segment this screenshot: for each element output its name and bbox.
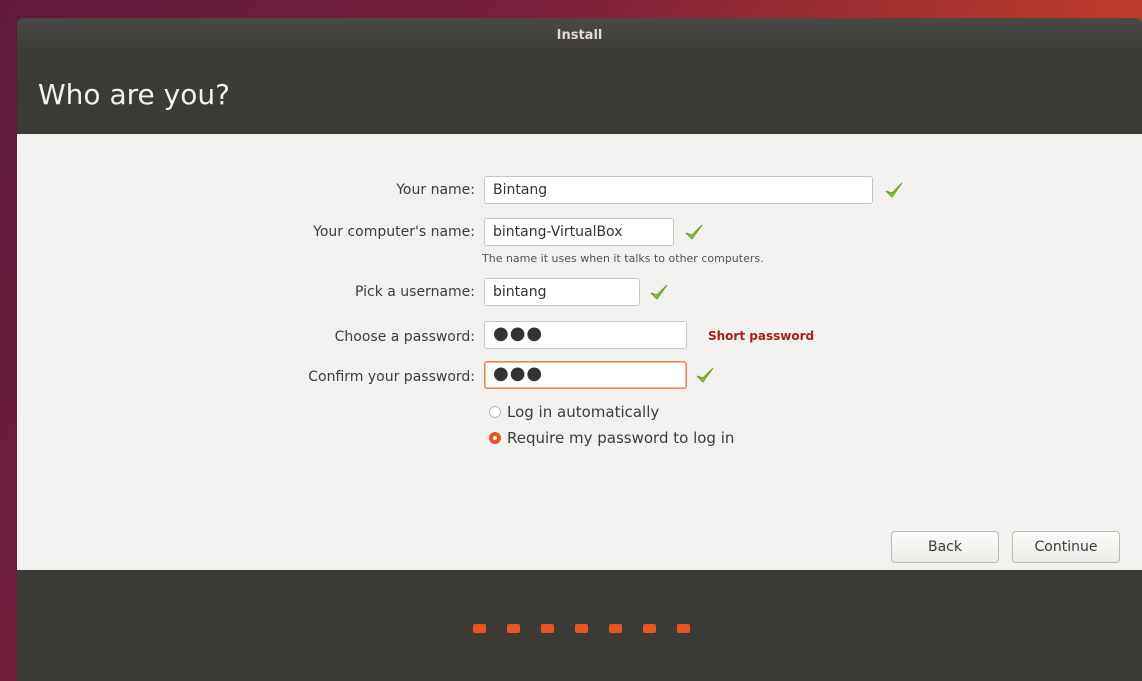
- password-label: Choose a password:: [334, 329, 475, 345]
- progress-step-dot: [473, 624, 486, 633]
- page-header: Who are you?: [17, 52, 1142, 134]
- window-title: Install: [556, 27, 603, 43]
- computer-name-label: Your computer's name:: [313, 224, 475, 240]
- require-password-option[interactable]: Require my password to log in: [489, 429, 734, 447]
- progress-step-dot: [643, 624, 656, 633]
- computer-name-hint: The name it uses when it talks to other …: [482, 252, 764, 265]
- username-label: Pick a username:: [354, 284, 475, 300]
- page-title: Who are you?: [38, 78, 230, 111]
- progress-step-dot: [541, 624, 554, 633]
- login-auto-radio[interactable]: [489, 406, 501, 418]
- username-valid-check-icon: [650, 284, 668, 300]
- password-field[interactable]: ●●●: [484, 321, 687, 349]
- progress-step-dot: [575, 624, 588, 633]
- confirm-password-valid-check-icon: [696, 367, 714, 383]
- back-button[interactable]: Back: [891, 531, 999, 563]
- require-password-radio[interactable]: [489, 432, 501, 444]
- login-auto-label: Log in automatically: [507, 403, 660, 421]
- name-valid-check-icon: [885, 182, 903, 198]
- progress-indicator: [473, 624, 690, 633]
- form-panel: Your name: Bintang Your computer's name:…: [17, 134, 1142, 570]
- username-field[interactable]: bintang: [484, 278, 640, 306]
- name-label: Your name:: [396, 182, 475, 198]
- window-titlebar[interactable]: Install: [17, 18, 1142, 52]
- progress-step-dot: [677, 624, 690, 633]
- progress-step-dot: [507, 624, 520, 633]
- name-field[interactable]: Bintang: [484, 176, 873, 204]
- progress-step-dot: [609, 624, 622, 633]
- confirm-password-label: Confirm your password:: [308, 369, 475, 385]
- login-auto-option[interactable]: Log in automatically: [489, 403, 659, 421]
- computer-name-valid-check-icon: [685, 224, 703, 240]
- installer-window: Install Who are you? Your name: Bintang …: [17, 18, 1142, 681]
- password-strength-warning: Short password: [708, 329, 815, 343]
- require-password-label: Require my password to log in: [507, 429, 735, 447]
- computer-name-field[interactable]: bintang-VirtualBox: [484, 218, 674, 246]
- continue-button[interactable]: Continue: [1012, 531, 1120, 563]
- confirm-password-field[interactable]: ●●●: [484, 361, 687, 389]
- progress-footer: [17, 570, 1142, 681]
